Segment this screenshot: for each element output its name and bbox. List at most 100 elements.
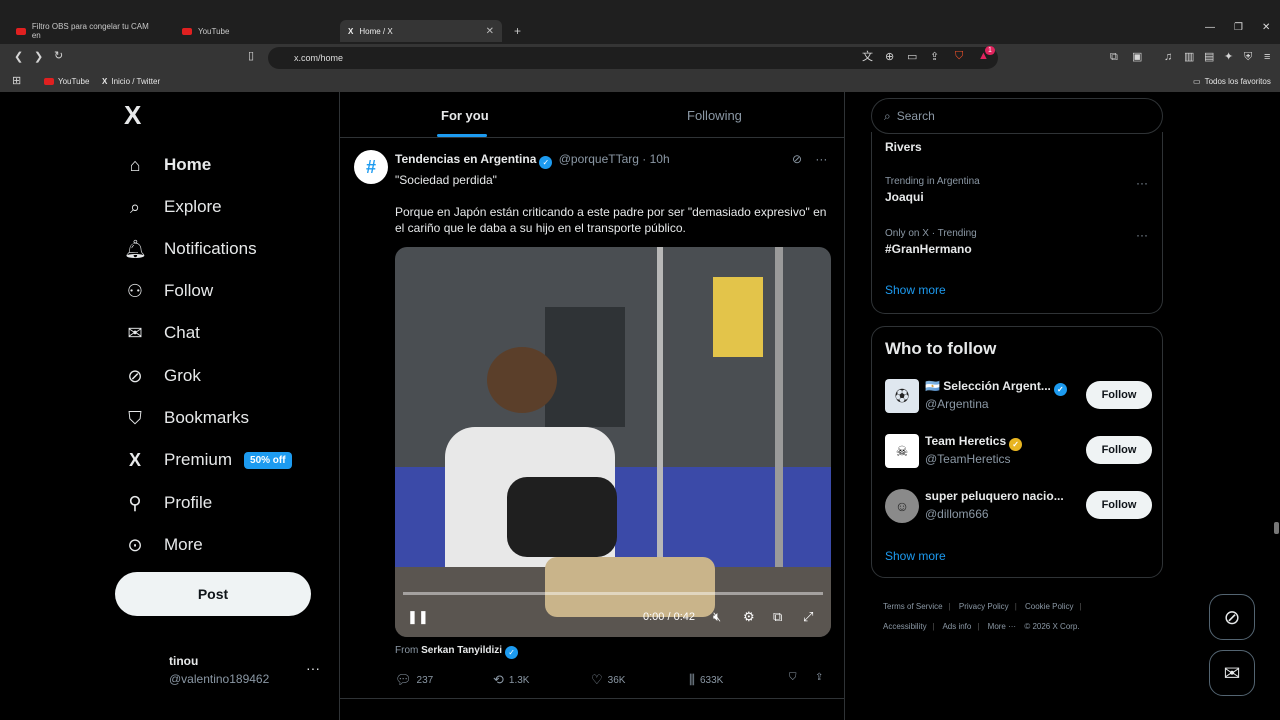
close-window-icon[interactable]: ✕ — [1262, 22, 1270, 33]
more-icon[interactable]: ··· — [815, 152, 827, 166]
footer-link[interactable]: Privacy Policy — [959, 602, 1009, 611]
nav-explore[interactable]: ⌕ Explore — [124, 189, 222, 225]
video-scene-pole — [657, 247, 663, 567]
video-progress-bar[interactable] — [403, 592, 823, 595]
nav-home[interactable]: ⌂ Home — [124, 147, 212, 183]
nav-bookmarks[interactable]: ⛉ Bookmarks — [124, 400, 249, 436]
follow-button[interactable]: Follow — [1086, 381, 1152, 409]
footer-link[interactable]: Cookie Policy — [1025, 602, 1073, 611]
bookmark-twitter[interactable]: X Inicio / Twitter — [102, 77, 160, 86]
trend-more-icon[interactable]: ··· — [1136, 176, 1148, 190]
trend-more-icon[interactable]: ··· — [1136, 228, 1148, 242]
follow-button[interactable]: Follow — [1086, 491, 1152, 519]
new-tab-button[interactable]: + — [506, 20, 529, 42]
back-icon[interactable]: ❮ — [14, 52, 23, 63]
browser-tab-youtube[interactable]: YouTube — [174, 20, 334, 42]
sidebar-toggle-icon[interactable]: ▥ — [1184, 52, 1194, 63]
from-name[interactable]: Serkan Tanyildizi — [421, 645, 502, 656]
wallet-icon[interactable]: ▤ — [1204, 52, 1214, 63]
forward-icon[interactable]: ❯ — [34, 52, 43, 63]
nav-more[interactable]: ⊙ More — [124, 527, 202, 563]
nav-notifications[interactable]: 🔔︎ Notifications — [124, 231, 257, 267]
share-icon[interactable]: ⇪ — [815, 672, 823, 683]
messages-fab-icon[interactable]: ✉ — [1209, 650, 1255, 696]
bookmark-youtube[interactable]: YouTube — [44, 77, 89, 86]
settings-gear-icon[interactable]: ⚙ — [743, 609, 755, 625]
tweet-time[interactable]: · 10h — [642, 152, 669, 166]
grok-fab-icon[interactable]: ⊘ — [1209, 594, 1255, 640]
follow-suggestion[interactable]: ⚽︎ 🇦🇷 Selección Argent... ✓ @Argentina Fo… — [885, 377, 1155, 417]
trends-show-more[interactable]: Show more — [885, 283, 946, 297]
brave-shield-icon[interactable]: ⛉ — [955, 51, 963, 62]
pause-icon[interactable]: ❚❚ — [407, 609, 429, 625]
search-input[interactable]: ⌕ Search — [871, 98, 1163, 134]
nav-chat[interactable]: ✉ Chat — [124, 315, 199, 351]
browser-tab-x-home[interactable]: X Home / X ✕ — [340, 20, 502, 42]
footer-link[interactable]: Accessibility — [883, 622, 927, 631]
repost-icon: ⟲ — [493, 672, 504, 687]
post-button[interactable]: Post — [115, 572, 311, 616]
extensions-icon[interactable]: ⧉ — [1110, 52, 1118, 63]
tab-search-icon[interactable]: ▣ — [1132, 52, 1142, 63]
footer-link[interactable]: Ads info — [942, 622, 971, 631]
scrollbar[interactable] — [1274, 522, 1279, 534]
close-tab-icon[interactable]: ✕ — [486, 26, 494, 37]
menu-icon[interactable]: ≡ — [1264, 52, 1270, 63]
nav-label: Premium — [164, 450, 233, 469]
vpn-icon[interactable]: ⛨ — [1244, 52, 1252, 63]
trend-item[interactable]: Only on X · Trending #GranHermano — [885, 228, 977, 256]
repost-button[interactable]: ⟲ 1.3K — [493, 672, 529, 688]
nav-profile[interactable]: ⚲ Profile — [124, 485, 212, 521]
tweet-avatar[interactable]: # — [354, 150, 388, 184]
grok-icon[interactable]: ⊘ — [792, 152, 802, 166]
tweet-text: "Sociedad perdida" Porque en Japón están… — [395, 172, 835, 236]
reply-button[interactable]: 💬︎ 237 — [395, 672, 433, 688]
cast-icon[interactable]: ▭ — [907, 52, 917, 63]
leo-ai-icon[interactable]: ✦ — [1224, 52, 1233, 63]
footer-link[interactable]: Terms of Service — [883, 602, 943, 611]
follow-button[interactable]: Follow — [1086, 436, 1152, 464]
video-scene-legs — [545, 557, 715, 617]
bookmark-icon[interactable]: ⛉ — [789, 672, 797, 683]
browser-tab-obs[interactable]: Filtro OBS para congelar tu CAM en — [8, 20, 166, 42]
tab-following[interactable]: Following — [687, 108, 742, 123]
nav-grok[interactable]: ⊘ Grok — [124, 358, 200, 394]
account-more-icon[interactable]: ··· — [306, 660, 320, 676]
account-name[interactable]: tinou — [169, 654, 198, 668]
views-button[interactable]: ⫼ 633K — [689, 672, 723, 688]
trend-item[interactable]: Trending in Argentina Joaqui — [885, 176, 980, 204]
trend-item[interactable]: Rivers — [885, 137, 922, 154]
tweet-author[interactable]: Tendencias en Argentina — [395, 152, 536, 166]
minimize-icon[interactable]: — — [1205, 22, 1215, 33]
media-icon[interactable]: ♫ — [1164, 52, 1172, 63]
bookmarks-bar: ⊞ YouTube X Inicio / Twitter ▭ Todos los… — [0, 72, 1280, 92]
tweet-handle[interactable]: @porqueTTarg — [559, 152, 639, 166]
like-button[interactable]: ♡ 36K — [591, 672, 625, 688]
share-icon[interactable]: ⇪ — [930, 52, 939, 63]
nav-label: Notifications — [164, 239, 257, 258]
bookmark-page-icon[interactable]: ▯ — [248, 51, 254, 62]
pip-icon[interactable]: ⧉ — [773, 609, 782, 625]
translate-icon[interactable]: 文 — [862, 52, 873, 63]
mute-icon[interactable]: 🔇︎ — [713, 609, 721, 625]
nav-follow[interactable]: ⚇ Follow — [124, 273, 213, 309]
follow-suggestion[interactable]: ☺ super peluquero nacio... @dillom666 Fo… — [885, 487, 1155, 527]
apps-grid-icon[interactable]: ⊞ — [12, 76, 21, 87]
restore-icon[interactable]: ❐ — [1234, 22, 1243, 33]
follow-suggestion[interactable]: ☠ Team Heretics ✓ @TeamHeretics Follow — [885, 432, 1155, 472]
who-to-follow-show-more[interactable]: Show more — [885, 549, 946, 563]
verified-badge-icon: ✓ — [539, 156, 553, 169]
x-logo-icon[interactable]: X — [124, 100, 141, 131]
tab-for-you[interactable]: For you — [441, 108, 489, 123]
reload-icon[interactable]: ↻ — [54, 51, 63, 62]
fullscreen-icon[interactable]: ⤢ — [803, 609, 813, 625]
tweet-video[interactable]: ❚❚ 0:00 / 0:42 🔇︎ ⚙ ⧉ ⤢ — [395, 247, 831, 637]
nav-premium[interactable]: X Premium 50% off — [124, 442, 292, 478]
bookmark-label: YouTube — [58, 77, 90, 86]
footer-link[interactable]: More ··· — [988, 622, 1016, 631]
account-handle[interactable]: @valentino189462 — [169, 672, 269, 686]
reply-count: 237 — [416, 674, 434, 686]
zoom-icon[interactable]: ⊕ — [885, 52, 894, 63]
all-bookmarks[interactable]: ▭ Todos los favoritos — [1193, 77, 1271, 86]
rewards-count: 1 — [985, 46, 995, 55]
